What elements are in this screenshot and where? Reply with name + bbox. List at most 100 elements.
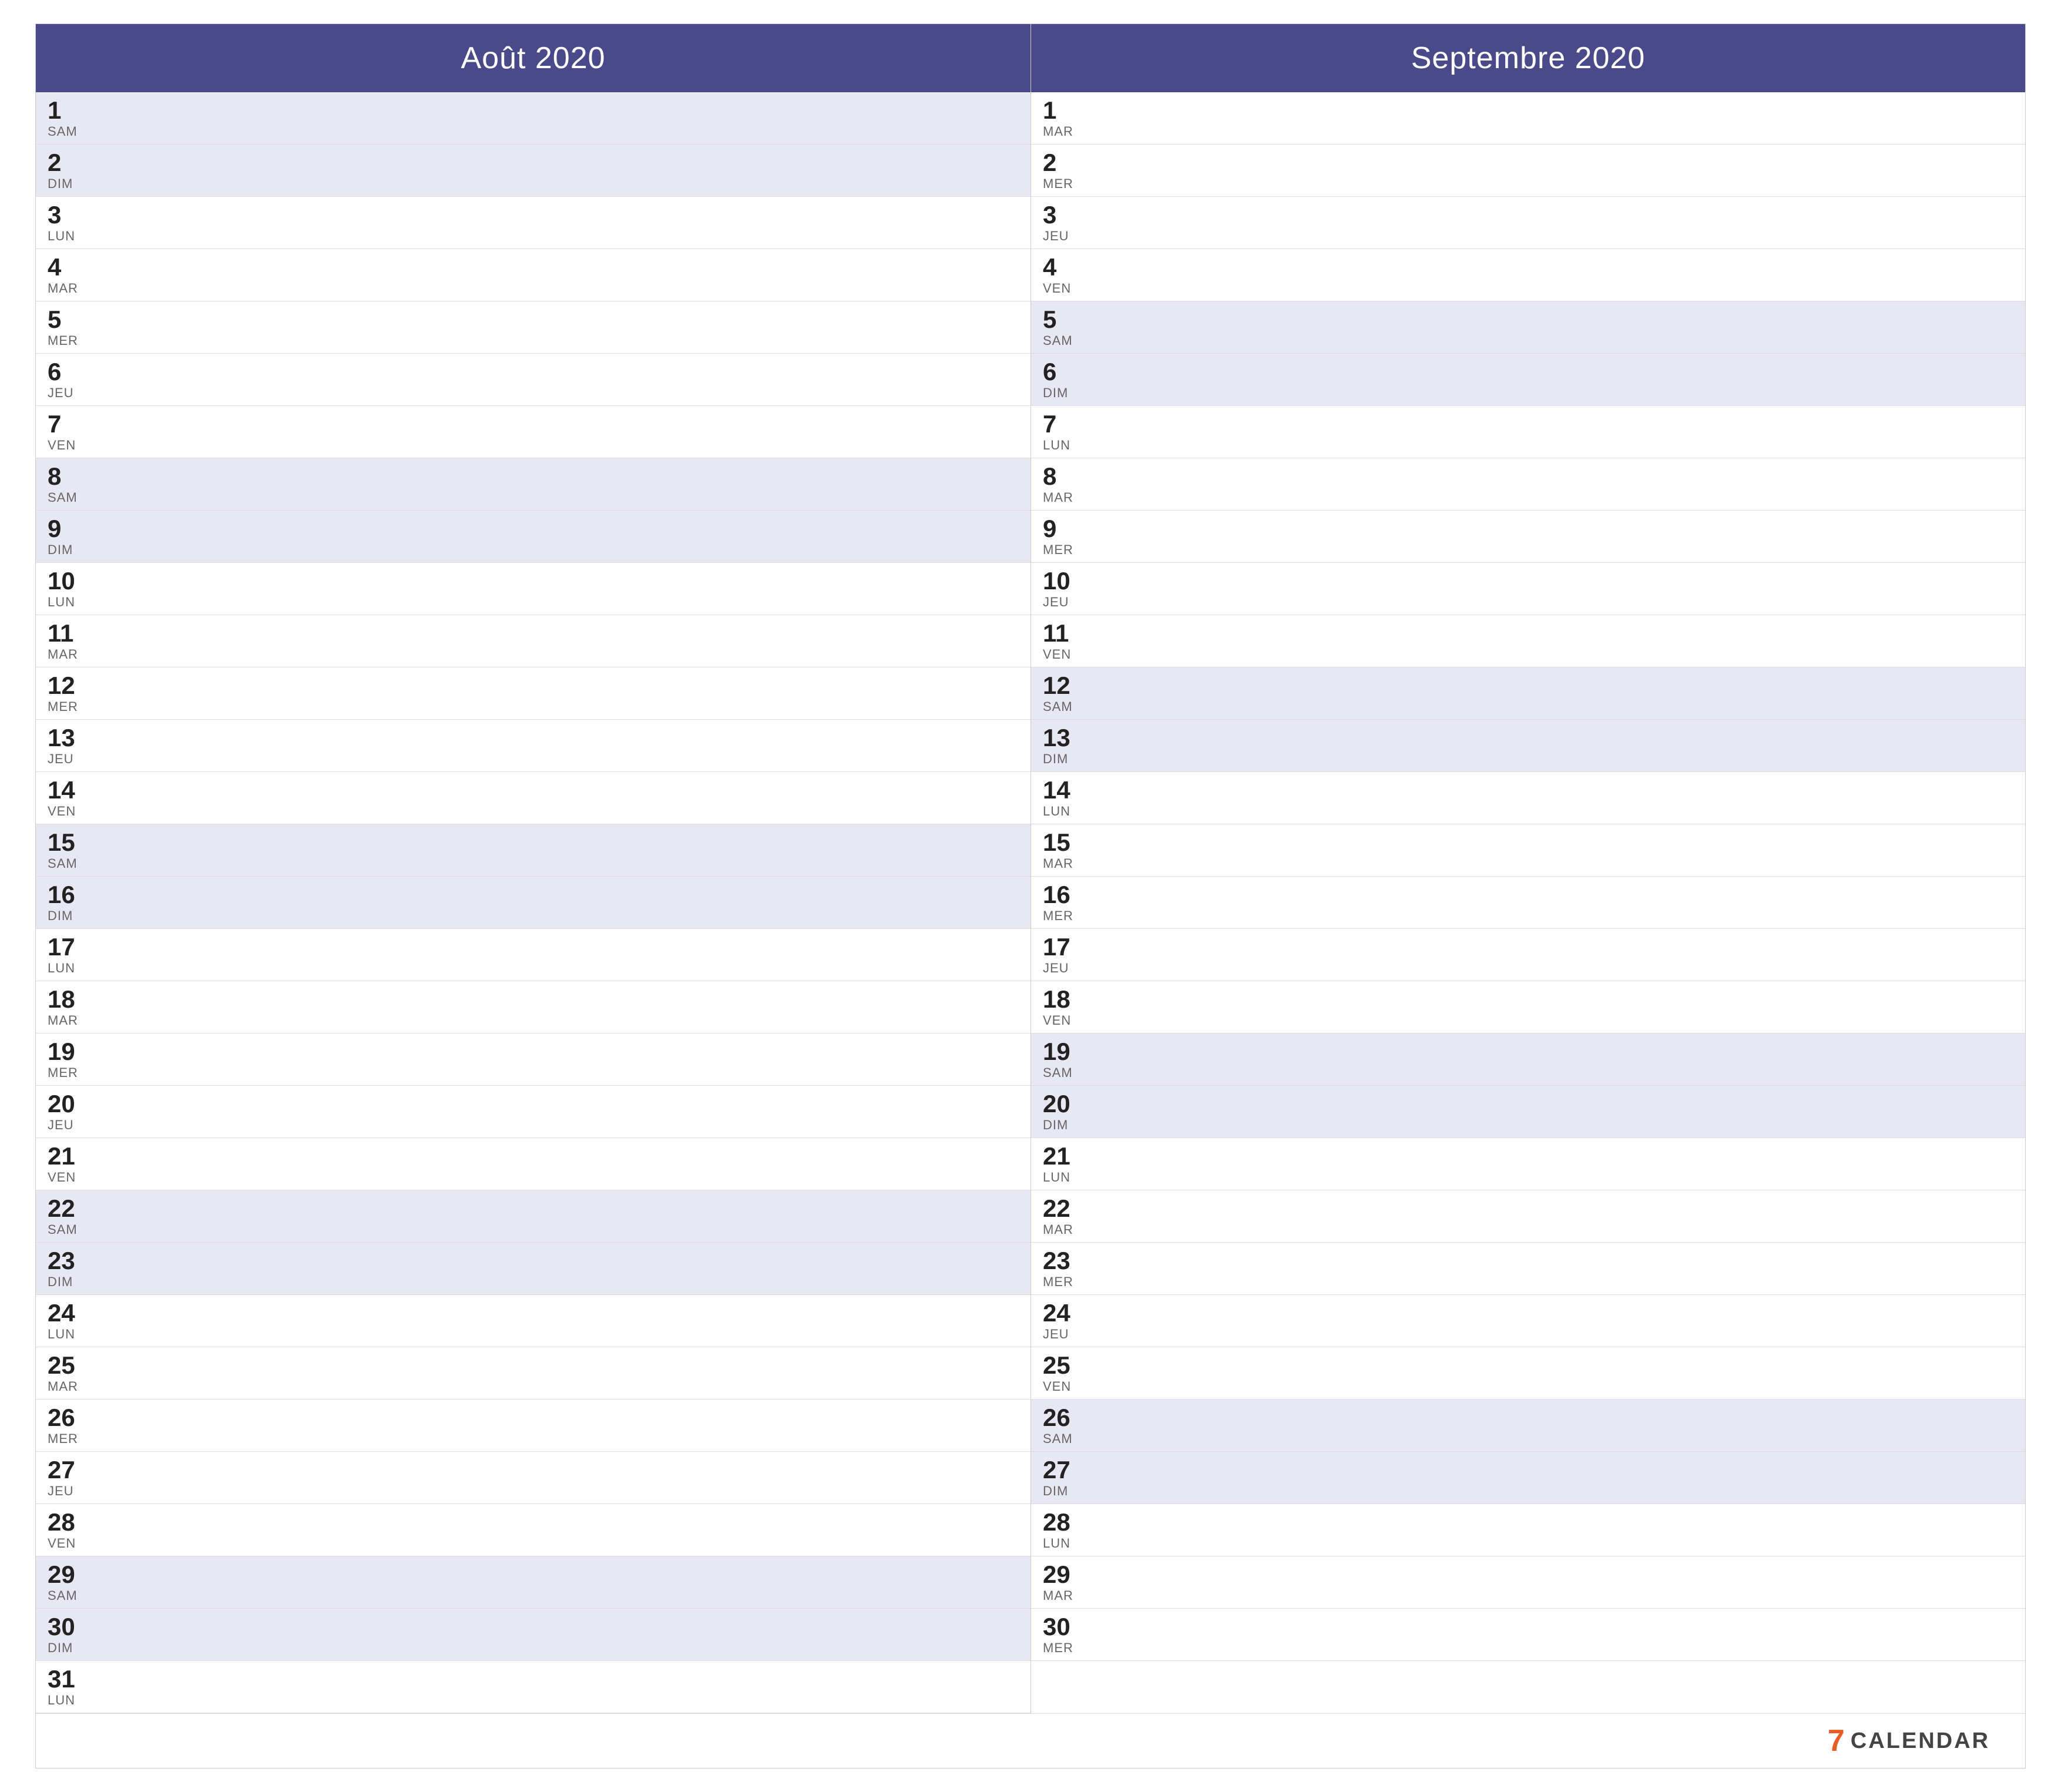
day-number: 9 [1043,516,1084,541]
day-row: 9MER [1031,511,2025,563]
day-number: 5 [1043,307,1084,332]
day-name: SAM [1043,333,1084,348]
day-row: 30MER [1031,1609,2025,1661]
day-name: DIM [48,1274,89,1290]
day-row: 30DIM [36,1609,1030,1661]
day-row: 20DIM [1031,1086,2025,1138]
day-info: 24LUN [48,1301,89,1342]
day-row: 22SAM [36,1190,1030,1243]
day-row: 12MER [36,667,1030,720]
day-number: 15 [1043,830,1084,855]
day-name: JEU [48,1484,89,1499]
day-name: MER [1043,542,1084,558]
day-info: 26MER [48,1405,89,1447]
day-name: MAR [1043,1588,1084,1603]
day-number: 29 [1043,1562,1084,1587]
day-info: 19MER [48,1039,89,1080]
day-name: MER [1043,176,1084,192]
day-number: 2 [48,150,89,175]
day-number: 23 [1043,1249,1084,1273]
day-row: 5SAM [1031,301,2025,354]
day-info: 21LUN [1043,1144,1084,1185]
day-row: 26SAM [1031,1400,2025,1452]
day-info: 11VEN [1043,621,1084,662]
day-number: 17 [1043,935,1084,959]
day-number: 1 [1043,98,1084,123]
day-name: LUN [48,1327,89,1342]
day-info: 10LUN [48,569,89,610]
day-row: 4VEN [1031,249,2025,301]
day-info: 13DIM [1043,726,1084,767]
day-info: 25MAR [48,1353,89,1394]
day-info: 7VEN [48,412,89,453]
day-info: 27 DIM [1043,1458,1084,1499]
day-info: 12SAM [1043,673,1084,714]
day-name: JEU [48,385,89,401]
day-info: 5SAM [1043,307,1084,348]
day-number: 31 [48,1667,89,1692]
day-name: MAR [1043,490,1084,505]
day-name: LUN [1043,1170,1084,1185]
day-info: 20DIM [1043,1092,1084,1133]
day-number: 18 [48,987,89,1012]
day-number: 20 [1043,1092,1084,1116]
day-info: 22SAM [48,1196,89,1237]
day-row: 23MER [1031,1243,2025,1295]
day-number: 28 [48,1510,89,1535]
day-row: 4MAR [36,249,1030,301]
day-info: 21VEN [48,1144,89,1185]
days-column-2: 1MAR2MER3JEU4VEN5SAM6DIM7LUN8MAR9MER10JE… [1030,92,2025,1713]
day-name: VEN [48,1536,89,1551]
day-row: 1MAR [1031,92,2025,145]
day-number: 11 [48,621,89,646]
day-info: 15MAR [1043,830,1084,871]
day-info: 17LUN [48,935,89,976]
day-number: 14 [48,778,89,803]
day-row: 14LUN [1031,772,2025,824]
day-row: 2MER [1031,145,2025,197]
day-name: JEU [1043,229,1084,244]
day-name: VEN [48,438,89,453]
day-number: 27 [1043,1458,1084,1482]
day-name: MER [48,333,89,348]
month-header-2: Septembre 2020 [1030,24,2025,92]
day-row: 19MER [36,1033,1030,1086]
day-info: 14LUN [1043,778,1084,819]
day-name: DIM [1043,1484,1084,1499]
day-number: 16 [1043,882,1084,907]
day-info: 3 LUN [48,203,89,244]
day-info: 6JEU [48,360,89,401]
day-name: DIM [1043,751,1084,767]
day-name: JEU [48,1118,89,1133]
day-number: 1 [48,98,89,123]
day-info: 26SAM [1043,1405,1084,1447]
day-info: 19SAM [1043,1039,1084,1080]
day-info: 15SAM [48,830,89,871]
day-info: 28LUN [1043,1510,1084,1551]
day-info: 18VEN [1043,987,1084,1028]
day-name: MAR [1043,124,1084,139]
day-name: LUN [48,229,89,244]
day-row: 6DIM [1031,354,2025,406]
day-name: LUN [48,1693,89,1708]
day-number: 10 [48,569,89,593]
day-number: 7 [1043,412,1084,437]
day-row: 13DIM [1031,720,2025,772]
day-info: 2MER [1043,150,1084,192]
day-row: 18VEN [1031,981,2025,1033]
day-number: 17 [48,935,89,959]
day-number: 27 [48,1458,89,1482]
footer: 7 CALENDAR [36,1713,2025,1768]
day-number: 8 [48,464,89,489]
day-number: 14 [1043,778,1084,803]
day-name: DIM [48,908,89,924]
day-name: MER [1043,1274,1084,1290]
day-number: 3 [1043,203,1084,227]
day-row: 10LUN [36,563,1030,615]
day-info: 3 JEU [1043,203,1084,244]
day-row: 16DIM [36,877,1030,929]
day-info: 10JEU [1043,569,1084,610]
day-number: 19 [48,1039,89,1064]
day-number: 23 [48,1249,89,1273]
day-number: 3 [48,203,89,227]
